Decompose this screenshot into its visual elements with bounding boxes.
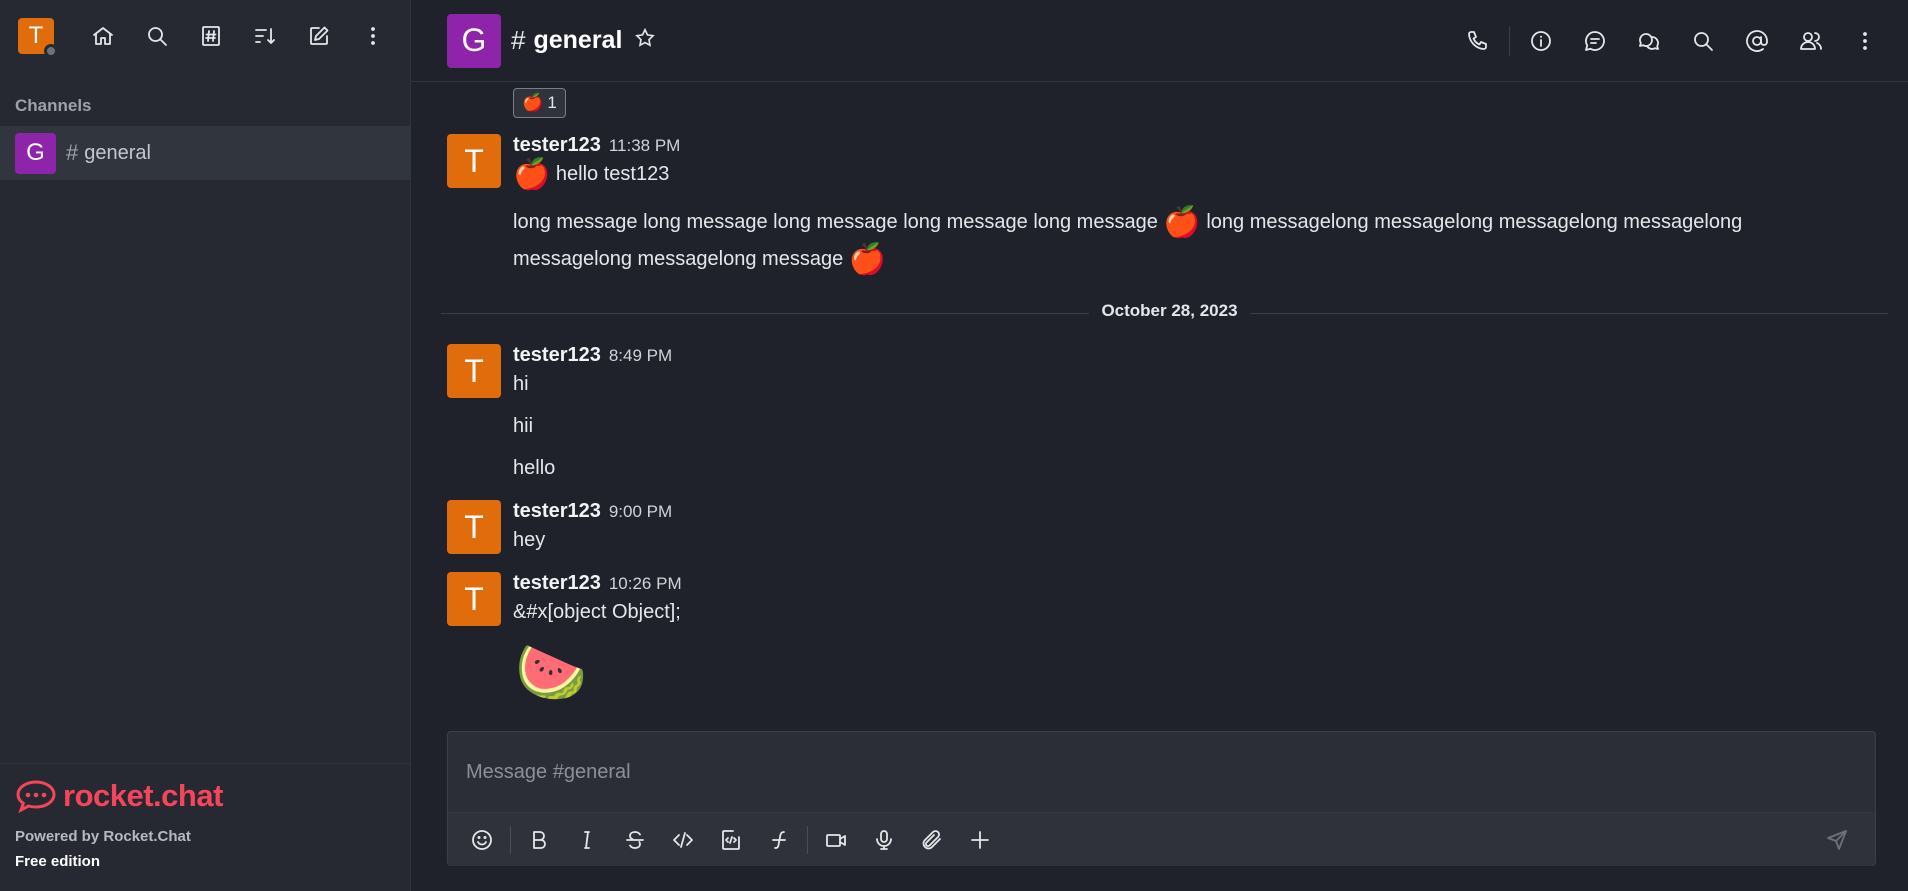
- header-separator: [1509, 25, 1510, 56]
- emoji-icon[interactable]: [458, 820, 506, 860]
- apple-emoji: 🍎: [513, 158, 551, 192]
- message-line: hello test123: [555, 163, 670, 185]
- timestamp: 11:38 PM: [608, 136, 681, 155]
- date-divider-label: October 28, 2023: [1089, 301, 1250, 320]
- katex-icon[interactable]: [755, 820, 803, 860]
- reaction-badge[interactable]: 🍎 1: [513, 88, 566, 118]
- message-item[interactable]: T tester123 8:49 PM hi hii hello: [447, 344, 1888, 494]
- rocketchat-logo-icon: [16, 780, 56, 814]
- hashtag-icon: #: [66, 140, 79, 165]
- message-line: long message long message long message l…: [513, 211, 1158, 233]
- call-icon[interactable]: [1451, 19, 1505, 63]
- message-line: long messagelong messagelong messagelong…: [1206, 211, 1743, 233]
- search-icon[interactable]: [130, 16, 184, 56]
- sidebar-topbar: T: [0, 0, 410, 72]
- apple-emoji: 🍎: [848, 243, 887, 277]
- threads-icon[interactable]: [1568, 19, 1622, 63]
- avatar[interactable]: T: [447, 572, 501, 626]
- kebab-menu-icon[interactable]: [346, 16, 400, 56]
- room-header: G # general: [411, 0, 1908, 82]
- message-line: hii: [513, 415, 534, 437]
- timestamp: 10:26 PM: [608, 574, 682, 593]
- timestamp: 8:49 PM: [608, 346, 673, 365]
- avatar[interactable]: T: [447, 134, 501, 188]
- italic-icon[interactable]: [563, 820, 611, 860]
- reaction-count: 1: [547, 93, 557, 112]
- room-avatar[interactable]: G: [447, 13, 501, 68]
- inline-code-icon[interactable]: [659, 820, 707, 860]
- username[interactable]: tester123: [513, 134, 601, 157]
- watermelon-emoji: 🍉: [515, 640, 588, 705]
- message-line: &#x[object Object];: [513, 601, 681, 623]
- username[interactable]: tester123: [513, 344, 601, 367]
- plus-icon[interactable]: [956, 820, 1004, 860]
- edition-text: Free edition: [15, 853, 101, 870]
- message-item[interactable]: T tester123 11:38 PM 🍎 hello test123 lon…: [447, 134, 1888, 294]
- members-icon[interactable]: [1784, 19, 1838, 63]
- message-line: hello: [513, 457, 556, 479]
- hashtag-icon: #: [511, 25, 526, 55]
- message-line: hey: [513, 529, 546, 551]
- avatar[interactable]: T: [447, 500, 501, 554]
- code-block-icon[interactable]: [707, 820, 755, 860]
- username[interactable]: tester123: [513, 500, 601, 523]
- sidebar-footer: rocket.chat Powered by Rocket.Chat Free …: [0, 763, 410, 891]
- timestamp: 9:00 PM: [608, 502, 673, 521]
- info-icon[interactable]: [1514, 19, 1568, 63]
- strikethrough-icon[interactable]: [611, 820, 659, 860]
- user-avatar[interactable]: T: [18, 18, 58, 58]
- main-panel: G # general 🍎 1 T tester123 11:38 PM 🍎 h…: [411, 0, 1908, 891]
- logo-text: rocket.chat: [63, 778, 223, 813]
- star-icon[interactable]: [634, 27, 656, 54]
- reaction-emoji: 🍎: [522, 93, 544, 112]
- message-line: hi: [513, 373, 529, 395]
- message-item[interactable]: T tester123 10:26 PM &#x[object Object];…: [447, 572, 1888, 712]
- room-title: general: [533, 26, 623, 54]
- toolbar-separator: [807, 825, 808, 854]
- microphone-icon[interactable]: [860, 820, 908, 860]
- search-messages-icon[interactable]: [1676, 19, 1730, 63]
- powered-by-text: Powered by Rocket.Chat: [15, 828, 191, 845]
- sidebar-item-general[interactable]: G # general: [0, 126, 410, 180]
- message-item[interactable]: T tester123 9:00 PM hey: [447, 500, 1888, 560]
- sort-icon[interactable]: [238, 16, 292, 56]
- avatar[interactable]: T: [447, 344, 501, 398]
- username[interactable]: tester123: [513, 572, 601, 595]
- message-line: messagelong messagelong message: [513, 248, 844, 270]
- channel-avatar: G: [15, 132, 56, 174]
- sidebar: T Channels G # general rocket.chat Power…: [0, 0, 411, 891]
- discussions-icon[interactable]: [1622, 19, 1676, 63]
- message-text: 🍎 hello test123: [513, 156, 669, 193]
- toolbar-separator: [510, 825, 511, 854]
- apple-emoji: 🍎: [1163, 206, 1201, 240]
- message-list: 🍎 1 T tester123 11:38 PM 🍎 hello test123…: [411, 82, 1908, 722]
- create-new-icon[interactable]: [292, 16, 346, 56]
- date-divider: October 28, 2023: [411, 301, 1908, 321]
- mentions-icon[interactable]: [1730, 19, 1784, 63]
- bold-icon[interactable]: [515, 820, 563, 860]
- message-text: long message long message long message l…: [513, 204, 1742, 241]
- attachment-icon[interactable]: [908, 820, 956, 860]
- message-text: messagelong messagelong message 🍎: [513, 241, 886, 278]
- channels-section-title: Channels: [15, 96, 92, 115]
- message-input[interactable]: Message #general: [448, 732, 1875, 812]
- kebab-menu-icon[interactable]: [1838, 19, 1892, 63]
- composer-toolbar: [448, 812, 1875, 866]
- video-message-icon[interactable]: [812, 820, 860, 860]
- sidebar-item-label: general: [84, 141, 151, 164]
- status-indicator: [44, 44, 58, 58]
- send-icon[interactable]: [1813, 820, 1861, 860]
- message-composer: Message #general: [447, 731, 1876, 866]
- home-icon[interactable]: [76, 16, 130, 56]
- directory-icon[interactable]: [184, 16, 238, 56]
- user-avatar-initial: T: [28, 22, 44, 49]
- rocketchat-logo: rocket.chat: [15, 778, 395, 814]
